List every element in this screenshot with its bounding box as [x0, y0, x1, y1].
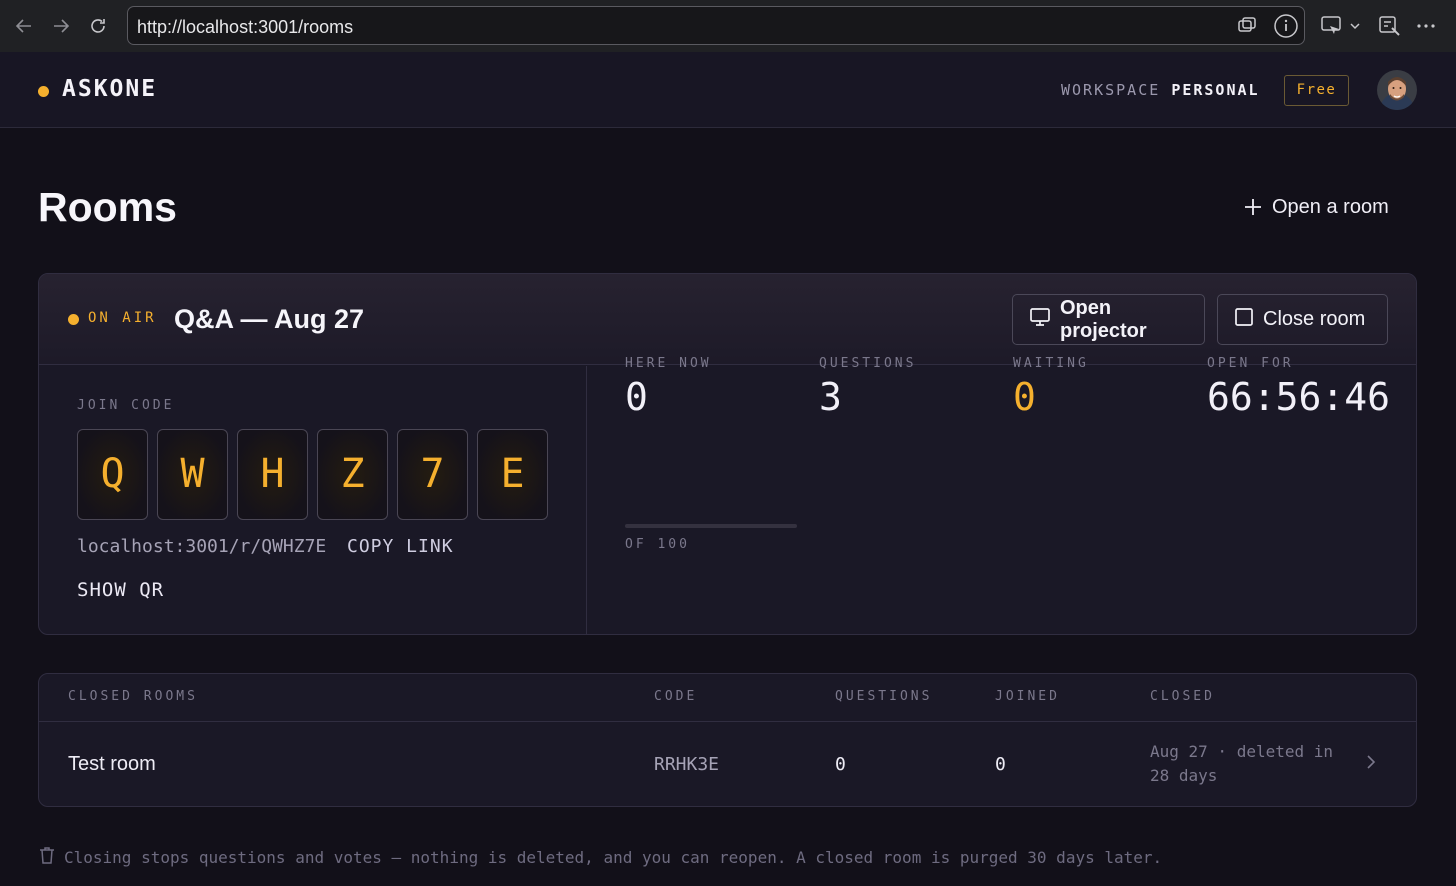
close-room-label: Close room: [1263, 308, 1366, 330]
open-projector-label: Open projector: [1060, 296, 1147, 342]
address-bar[interactable]: http://localhost:3001/rooms: [127, 6, 1305, 45]
table-row[interactable]: Test room RRHK3E 0 0 Aug 27 · deleted in…: [39, 723, 1416, 806]
close-room-button[interactable]: Close room: [1217, 294, 1388, 345]
stat-waiting: WAITING 0: [1013, 356, 1089, 419]
on-air-dot: [68, 314, 79, 325]
here-now-value: 0: [625, 375, 648, 419]
site-info-icon[interactable]: [1273, 13, 1299, 39]
join-code-char: H: [237, 429, 308, 520]
chevron-right-icon[interactable]: [1365, 753, 1377, 776]
joined-cell: 0: [995, 754, 1006, 775]
square-icon: [1234, 307, 1254, 333]
footer-note: Closing stops questions and votes — noth…: [38, 845, 1162, 869]
open-for-value: 66:56:46: [1207, 375, 1391, 419]
questions-label: QUESTIONS: [819, 356, 917, 371]
extensions-icon[interactable]: [1377, 14, 1403, 38]
room-name-cell: Test room: [68, 753, 156, 775]
capacity-bar: [625, 524, 797, 528]
workspace-switcher[interactable]: WORKSPACE PERSONAL: [1061, 81, 1260, 99]
join-code-char: W: [157, 429, 228, 520]
waiting-value: 0: [1013, 375, 1036, 419]
questions-value: 3: [819, 375, 842, 419]
back-icon[interactable]: [11, 13, 37, 39]
stat-questions: QUESTIONS 3: [819, 356, 916, 419]
open-projector-button[interactable]: Open projector: [1012, 294, 1205, 345]
join-code-tiles: Q W H Z 7 E: [77, 429, 548, 520]
column-header: JOINED: [995, 689, 1060, 704]
tab-share-icon[interactable]: [1236, 15, 1258, 37]
active-room-card: ON AIR Q&A — Aug 27 Open projector Close…: [38, 273, 1417, 635]
browser-toolbar: http://localhost:3001/rooms: [0, 0, 1456, 52]
capacity-label: OF 100: [625, 537, 690, 552]
workspace-name: PERSONAL: [1171, 81, 1260, 99]
questions-cell: 0: [835, 754, 846, 775]
room-name: Q&A — Aug 27: [174, 304, 365, 334]
stat-open-for: OPEN FOR 66:56:46: [1207, 356, 1390, 419]
join-code-label: JOIN CODE: [77, 398, 175, 413]
monitor-icon: [1029, 307, 1051, 333]
retention-cell: 28 days: [1150, 766, 1218, 785]
on-air-badge: ON AIR: [88, 310, 157, 326]
plus-icon: [1244, 194, 1262, 220]
join-code-char: Q: [77, 429, 148, 520]
brand-logo[interactable]: ASKONE: [62, 76, 157, 102]
page-title: Rooms: [38, 184, 177, 230]
table-header: CLOSED ROOMS CODE QUESTIONS JOINED CLOSE…: [39, 674, 1416, 722]
open-room-label: Open a room: [1272, 195, 1389, 218]
copy-link-button[interactable]: COPY LINK: [347, 536, 454, 557]
avatar[interactable]: [1377, 70, 1417, 110]
closed-date-cell: Aug 27 · deleted in: [1150, 742, 1334, 761]
reload-icon[interactable]: [85, 13, 111, 39]
active-room-header: ON AIR Q&A — Aug 27 Open projector Close…: [39, 274, 1416, 365]
open-for-label: OPEN FOR: [1207, 356, 1294, 371]
join-code-char: 7: [397, 429, 468, 520]
address-url: http://localhost:3001/rooms: [137, 17, 354, 37]
join-code-char: Z: [317, 429, 388, 520]
column-header: CODE: [654, 689, 698, 704]
waiting-label: WAITING: [1013, 356, 1089, 371]
show-qr-button[interactable]: SHOW QR: [77, 579, 164, 601]
trash-icon: [38, 845, 56, 869]
column-header: CLOSED: [1150, 689, 1215, 704]
room-code-cell: RRHK3E: [654, 754, 720, 775]
forward-icon[interactable]: [48, 13, 74, 39]
stat-here-now: HERE NOW 0: [625, 356, 712, 419]
footer-note-text: Closing stops questions and votes — noth…: [64, 847, 1163, 867]
join-code-panel: JOIN CODE Q W H Z 7 E localhost:3001/r/Q…: [39, 366, 587, 634]
join-url: localhost:3001/r/QWHZ7E: [77, 536, 327, 557]
join-code-char: E: [477, 429, 548, 520]
closed-rooms-table: CLOSED ROOMS CODE QUESTIONS JOINED CLOSE…: [38, 673, 1417, 807]
column-header: CLOSED ROOMS: [68, 689, 198, 704]
open-room-button[interactable]: Open a room: [1244, 192, 1389, 222]
more-menu-icon[interactable]: [1414, 14, 1440, 38]
plan-badge[interactable]: Free: [1284, 75, 1349, 106]
here-now-label: HERE NOW: [625, 356, 712, 371]
column-header: QUESTIONS: [835, 689, 933, 704]
cast-icon[interactable]: [1320, 14, 1364, 38]
brand-dot: [38, 86, 49, 97]
workspace-label: WORKSPACE: [1061, 81, 1161, 99]
